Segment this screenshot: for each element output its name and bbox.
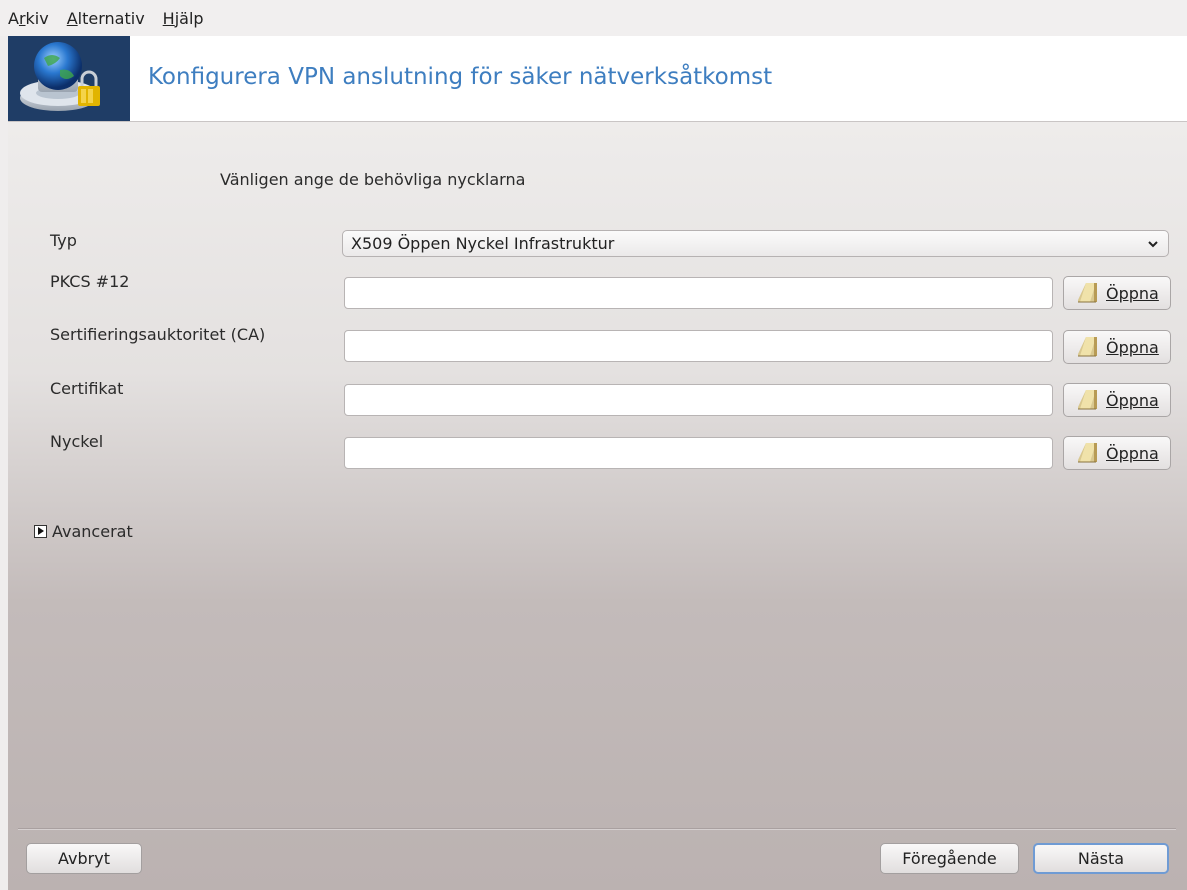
next-button[interactable]: Nästa <box>1033 843 1169 874</box>
advanced-expander[interactable]: Avancerat <box>34 522 133 541</box>
folder-icon <box>1074 334 1102 360</box>
ca-open-mnemonic: Ö <box>1106 337 1119 357</box>
pkcs12-label: PKCS #12 <box>50 272 130 291</box>
menu-bar: Arkiv Alternativ Hjälp <box>0 0 1187 36</box>
menu-arkiv[interactable]: Arkiv <box>8 9 49 28</box>
header-banner: Konfigurera VPN anslutning för säker nät… <box>8 36 1187 122</box>
type-label: Typ <box>50 231 77 250</box>
ca-open-button[interactable]: Öppna <box>1063 330 1171 364</box>
chevron-down-icon <box>1148 241 1158 248</box>
folder-icon <box>1074 280 1102 306</box>
certificate-open-button[interactable]: Öppna <box>1063 383 1171 417</box>
certificate-input[interactable] <box>345 385 1052 415</box>
vpn-network-lock-icon <box>8 36 130 121</box>
type-select-value: X509 Öppen Nyckel Infrastruktur <box>351 234 615 253</box>
footer-divider <box>18 828 1176 830</box>
key-open-label: ppna <box>1118 443 1159 463</box>
certificate-open-label: ppna <box>1118 390 1159 410</box>
wizard-content: Vänligen ange de behövliga nycklarna Typ… <box>8 122 1187 890</box>
ca-open-label: ppna <box>1118 337 1159 357</box>
menu-hjalp[interactable]: Hjälp <box>163 9 204 28</box>
pkcs12-field[interactable] <box>344 277 1053 309</box>
previous-button[interactable]: Föregående <box>880 843 1019 874</box>
folder-icon <box>1074 440 1102 466</box>
page-title: Konfigurera VPN anslutning för säker nät… <box>148 64 773 90</box>
pkcs12-input[interactable] <box>345 278 1052 308</box>
certificate-field[interactable] <box>344 384 1053 416</box>
type-select[interactable]: X509 Öppen Nyckel Infrastruktur <box>342 230 1169 257</box>
certificate-label: Certifikat <box>50 379 124 398</box>
menu-alternativ[interactable]: Alternativ <box>67 9 145 28</box>
pkcs12-open-mnemonic: Ö <box>1106 283 1119 303</box>
key-input[interactable] <box>345 438 1052 468</box>
key-field[interactable] <box>344 437 1053 469</box>
key-open-mnemonic: Ö <box>1106 443 1119 463</box>
pkcs12-open-label: ppna <box>1118 283 1159 303</box>
cancel-button[interactable]: Avbryt <box>26 843 142 874</box>
key-open-button[interactable]: Öppna <box>1063 436 1171 470</box>
advanced-label: Avancerat <box>52 522 133 541</box>
ca-label: Sertifieringsauktoritet (CA) <box>50 325 266 344</box>
folder-icon <box>1074 387 1102 413</box>
expand-arrow-icon <box>34 525 47 538</box>
certificate-open-mnemonic: Ö <box>1106 390 1119 410</box>
instruction-text: Vänligen ange de behövliga nycklarna <box>220 170 526 189</box>
ca-field[interactable] <box>344 330 1053 362</box>
ca-input[interactable] <box>345 331 1052 361</box>
key-label: Nyckel <box>50 432 104 451</box>
pkcs12-open-button[interactable]: Öppna <box>1063 276 1171 310</box>
